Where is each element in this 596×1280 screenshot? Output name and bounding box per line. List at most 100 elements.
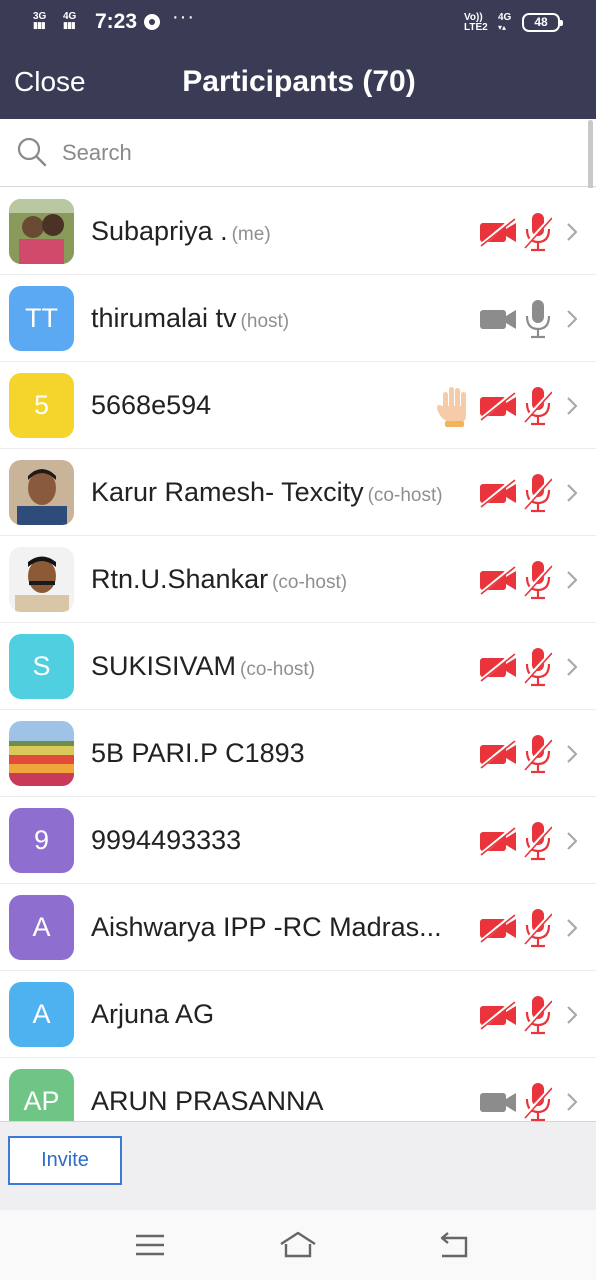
participant-name-wrap: SUKISIVAM (co-host): [91, 623, 461, 710]
participant-name: Subapriya .: [91, 216, 228, 246]
video-off-icon[interactable]: [478, 825, 520, 857]
participant-row[interactable]: TT thirumalai tv (host): [0, 275, 596, 362]
participant-name-wrap: 9994493333: [91, 797, 461, 884]
page-title-text: Participants (70): [182, 65, 416, 98]
participant-name-wrap: Aishwarya IPP -RC Madras...: [91, 884, 461, 971]
video-off-icon[interactable]: [478, 390, 520, 422]
menu-icon[interactable]: [130, 1230, 170, 1260]
chevron-right-icon[interactable]: [565, 222, 579, 242]
mic-on-icon[interactable]: [524, 298, 552, 340]
mic-off-icon[interactable]: [524, 907, 552, 949]
mic-off-icon[interactable]: [524, 820, 552, 862]
footer-bar: Invite: [0, 1121, 596, 1210]
participant-name: ARUN PRASANNA: [91, 1086, 324, 1116]
participant-name: SUKISIVAM: [91, 651, 237, 681]
avatar-photo: [9, 199, 74, 264]
chevron-right-icon[interactable]: [565, 309, 579, 329]
mic-off-icon[interactable]: [524, 733, 552, 775]
participant-name: Arjuna AG: [91, 999, 215, 1029]
chevron-right-icon[interactable]: [565, 570, 579, 590]
avatar-initials: AP: [9, 1069, 74, 1121]
more-notifications-icon: ···: [172, 6, 195, 28]
mic-off-icon[interactable]: [524, 1081, 552, 1121]
search-bar: [0, 119, 596, 187]
participant-row[interactable]: AP ARUN PRASANNA: [0, 1058, 596, 1121]
chrome-icon: [144, 14, 160, 30]
participant-row[interactable]: A Arjuna AG: [0, 971, 596, 1058]
battery-icon: 48: [522, 13, 563, 32]
video-on-icon[interactable]: [478, 303, 520, 335]
participant-role: (co-host): [240, 659, 316, 680]
volte-bottom-label: LTE2: [464, 22, 488, 33]
sim2-signal: 4G ▮▮▮: [63, 11, 77, 30]
participant-name-wrap: Rtn.U.Shankar (co-host): [91, 536, 461, 623]
video-on-icon[interactable]: [478, 1086, 520, 1118]
invite-button[interactable]: Invite: [8, 1136, 122, 1185]
participant-row[interactable]: Karur Ramesh- Texcity (co-host): [0, 449, 596, 536]
participant-list: Subapriya . (me) TT thirumalai tv (host) 5 566…: [0, 188, 596, 1121]
home-icon[interactable]: [278, 1230, 318, 1260]
raised-hand-icon: [437, 387, 466, 427]
participant-row[interactable]: 5B PARI.P C1893: [0, 710, 596, 797]
avatar-photo: [9, 547, 74, 612]
participant-name-wrap: Arjuna AG: [91, 971, 461, 1058]
clock: 7:23: [95, 10, 138, 33]
participant-role: (me): [231, 224, 271, 245]
chevron-right-icon[interactable]: [565, 744, 579, 764]
chevron-right-icon[interactable]: [565, 1092, 579, 1112]
avatar-initials: 5: [9, 373, 74, 438]
chevron-right-icon[interactable]: [565, 918, 579, 938]
participant-row[interactable]: Subapriya . (me): [0, 188, 596, 275]
avatar-photo: [9, 460, 74, 525]
chevron-right-icon[interactable]: [565, 483, 579, 503]
chevron-right-icon[interactable]: [565, 831, 579, 851]
chevron-right-icon[interactable]: [565, 1005, 579, 1025]
avatar-initials: TT: [9, 286, 74, 351]
mic-off-icon[interactable]: [524, 472, 552, 514]
participant-name: Rtn.U.Shankar: [91, 564, 269, 594]
participant-name: Karur Ramesh- Texcity: [91, 477, 364, 507]
video-off-icon[interactable]: [478, 477, 520, 509]
video-off-icon[interactable]: [478, 999, 520, 1031]
participant-role: (co-host): [272, 572, 348, 593]
video-off-icon[interactable]: [478, 564, 520, 596]
video-off-icon[interactable]: [478, 216, 520, 248]
mic-off-icon[interactable]: [524, 994, 552, 1036]
participant-name-wrap: Karur Ramesh- Texcity (co-host): [91, 449, 461, 536]
page-title: Participants (70): [0, 65, 596, 99]
participant-role: (co-host): [367, 485, 443, 506]
participant-row[interactable]: A Aishwarya IPP -RC Madras...: [0, 884, 596, 971]
video-off-icon[interactable]: [478, 912, 520, 944]
mic-off-icon[interactable]: [524, 211, 552, 253]
participant-name-wrap: Subapriya . (me): [91, 188, 461, 275]
chevron-right-icon[interactable]: [565, 396, 579, 416]
system-nav-bar: [0, 1210, 596, 1280]
avatar-photo: [9, 721, 74, 786]
participant-row[interactable]: 5 5668e594: [0, 362, 596, 449]
search-input[interactable]: [62, 139, 562, 167]
participant-name: 9994493333: [91, 825, 242, 855]
network-indicator: 4G ▾▴: [498, 12, 512, 33]
search-icon: [17, 137, 47, 167]
video-off-icon[interactable]: [478, 738, 520, 770]
mic-off-icon[interactable]: [524, 385, 552, 427]
avatar-initials: A: [9, 895, 74, 960]
participant-name: Aishwarya IPP -RC Madras...: [91, 912, 442, 942]
participant-name-wrap: 5668e594: [91, 362, 461, 449]
close-button[interactable]: Close: [14, 66, 86, 98]
status-bar: 3G ▮▮▮ 4G ▮▮▮ 7:23 ··· Vo)) LTE2 4G ▾▴ 4…: [0, 0, 596, 46]
participant-name: thirumalai tv: [91, 303, 237, 333]
participant-role: (host): [240, 311, 290, 332]
mic-off-icon[interactable]: [524, 646, 552, 688]
mic-off-icon[interactable]: [524, 559, 552, 601]
video-off-icon[interactable]: [478, 651, 520, 683]
participant-row[interactable]: Rtn.U.Shankar (co-host): [0, 536, 596, 623]
participant-name: 5B PARI.P C1893: [91, 738, 305, 768]
participant-row[interactable]: S SUKISIVAM (co-host): [0, 623, 596, 710]
header-bar: 3G ▮▮▮ 4G ▮▮▮ 7:23 ··· Vo)) LTE2 4G ▾▴ 4…: [0, 0, 596, 119]
volte-indicator: Vo)) LTE2: [464, 13, 488, 33]
chevron-right-icon[interactable]: [565, 657, 579, 677]
participant-row[interactable]: 9 9994493333: [0, 797, 596, 884]
avatar-initials: 9: [9, 808, 74, 873]
back-icon[interactable]: [436, 1230, 476, 1260]
